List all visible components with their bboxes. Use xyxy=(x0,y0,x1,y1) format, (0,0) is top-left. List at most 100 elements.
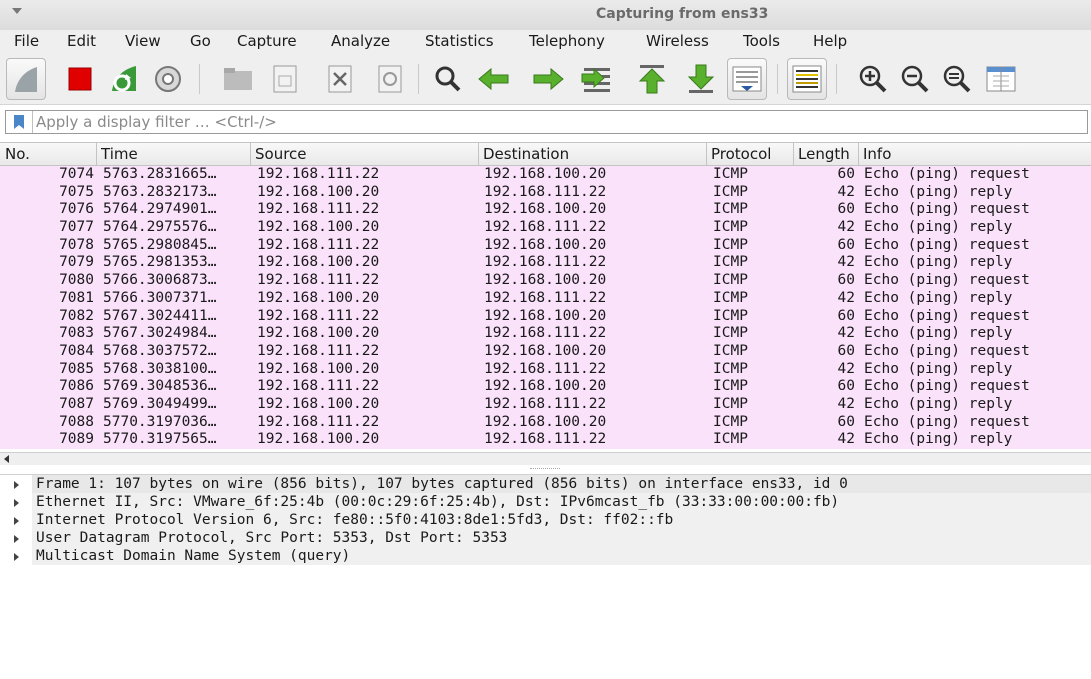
display-filter-input[interactable] xyxy=(36,112,1076,132)
colorize-icon xyxy=(792,65,822,93)
packet-row[interactable]: 7088 5770.3197036… 192.168.111.22 192.168.1… xyxy=(0,413,1091,432)
column-header-time[interactable]: Time xyxy=(101,145,138,163)
detail-tree-item[interactable]: Internet Protocol Version 6, Src: fe80::… xyxy=(0,511,1091,529)
packet-list-header: No. Time Source Destination Protocol Len… xyxy=(0,142,1091,166)
packet-details-pane[interactable]: Frame 1: 107 bytes on wire (856 bits), 1… xyxy=(0,474,1091,679)
packet-protocol: ICMP xyxy=(713,201,748,218)
column-header-no[interactable]: No. xyxy=(5,145,30,163)
packet-time: 5769.3048536… xyxy=(103,378,217,395)
find-packet-button[interactable] xyxy=(428,58,468,100)
window-menu-icon[interactable] xyxy=(12,8,22,14)
packet-row[interactable]: 7085 5768.3038100… 192.168.100.20 192.168.1… xyxy=(0,360,1091,379)
column-separator[interactable] xyxy=(706,143,707,165)
pane-splitter[interactable] xyxy=(0,465,1091,473)
column-header-destination[interactable]: Destination xyxy=(483,145,569,163)
packet-row[interactable]: 7076 5764.2974901… 192.168.111.22 192.168.1… xyxy=(0,201,1091,220)
expand-arrow-icon[interactable] xyxy=(14,553,19,561)
packet-row[interactable]: 7074 5763.2831665… 192.168.111.22 192.168.1… xyxy=(0,166,1091,184)
menu-statistics[interactable]: Statistics xyxy=(425,32,494,50)
packet-row[interactable]: 7081 5766.3007371… 192.168.100.20 192.168.1… xyxy=(0,289,1091,308)
go-back-button[interactable] xyxy=(474,58,514,100)
zoom-in-button[interactable] xyxy=(853,58,893,100)
expand-arrow-icon[interactable] xyxy=(14,499,19,507)
column-separator[interactable] xyxy=(250,143,251,165)
zoom-normal-button[interactable] xyxy=(937,58,977,100)
expand-arrow-icon[interactable] xyxy=(14,517,19,525)
packet-info: Echo (ping) reply xyxy=(864,219,1013,236)
detail-tree-item[interactable]: Multicast Domain Name System (query) xyxy=(0,547,1091,565)
menu-view[interactable]: View xyxy=(125,32,161,50)
column-separator[interactable] xyxy=(96,143,97,165)
column-separator[interactable] xyxy=(478,143,479,165)
go-to-packet-button[interactable] xyxy=(577,58,617,100)
packet-row[interactable]: 7083 5767.3024984… 192.168.100.20 192.168.1… xyxy=(0,325,1091,343)
start-capture-icon xyxy=(15,67,37,92)
packet-list[interactable]: No. Time Source Destination Protocol Len… xyxy=(0,142,1091,452)
column-header-source[interactable]: Source xyxy=(255,145,307,163)
packet-row[interactable]: 7075 5763.2832173… 192.168.100.20 192.168.1… xyxy=(0,183,1091,202)
packet-no: 7079 xyxy=(59,254,94,271)
packet-row[interactable]: 7077 5764.2975576… 192.168.100.20 192.168.1… xyxy=(0,219,1091,237)
detail-tree-item[interactable]: Frame 1: 107 bytes on wire (856 bits), 1… xyxy=(0,475,1091,493)
packet-row[interactable]: 7078 5765.2980845… 192.168.111.22 192.168.1… xyxy=(0,236,1091,255)
save-file-button[interactable] xyxy=(265,58,305,100)
open-file-button[interactable] xyxy=(218,58,258,100)
toolbar-separator xyxy=(836,64,837,94)
start-capture-button[interactable] xyxy=(6,58,46,100)
stop-capture-button[interactable] xyxy=(60,58,100,100)
menu-telephony[interactable]: Telephony xyxy=(529,32,605,50)
packet-row[interactable]: 7079 5765.2981353… 192.168.100.20 192.168.1… xyxy=(0,254,1091,273)
packet-row[interactable]: 7082 5767.3024411… 192.168.111.22 192.168.1… xyxy=(0,307,1091,326)
resize-columns-button[interactable] xyxy=(981,58,1021,100)
column-header-info[interactable]: Info xyxy=(863,145,891,163)
column-separator[interactable] xyxy=(793,143,794,165)
packet-time: 5766.3007371… xyxy=(103,289,217,306)
reload-file-button[interactable] xyxy=(370,58,410,100)
packet-row[interactable]: 7086 5769.3048536… 192.168.111.22 192.168.1… xyxy=(0,378,1091,396)
packet-time: 5765.2981353… xyxy=(103,254,217,271)
packet-protocol: ICMP xyxy=(713,360,748,377)
autoscroll-button[interactable] xyxy=(727,58,767,100)
menu-analyze[interactable]: Analyze xyxy=(331,32,390,50)
packet-row[interactable]: 7089 5770.3197565… 192.168.100.20 192.168.1… xyxy=(0,431,1091,449)
menu-tools[interactable]: Tools xyxy=(743,32,780,50)
column-header-length[interactable]: Length xyxy=(798,145,854,163)
menu-edit[interactable]: Edit xyxy=(67,32,96,50)
scroll-left-icon[interactable] xyxy=(4,455,9,463)
go-first-packet-button[interactable] xyxy=(632,58,672,100)
menu-wireless[interactable]: Wireless xyxy=(646,32,709,50)
packet-source: 192.168.100.20 xyxy=(257,431,380,448)
close-file-icon xyxy=(328,65,352,93)
column-header-protocol[interactable]: Protocol xyxy=(711,145,771,163)
zoom-out-button[interactable] xyxy=(895,58,935,100)
restart-capture-button[interactable] xyxy=(104,58,144,100)
capture-options-button[interactable] xyxy=(148,58,188,100)
detail-tree-item[interactable]: Ethernet II, Src: VMware_6f:25:4b (00:0c… xyxy=(0,493,1091,511)
menu-go[interactable]: Go xyxy=(190,32,211,50)
packet-row[interactable]: 7080 5766.3006873… 192.168.111.22 192.168.1… xyxy=(0,272,1091,290)
close-file-button[interactable] xyxy=(320,58,360,100)
packet-destination: 192.168.111.22 xyxy=(484,183,607,200)
expand-arrow-icon[interactable] xyxy=(14,481,19,489)
colorize-button[interactable] xyxy=(787,58,827,100)
packet-info: Echo (ping) request xyxy=(864,201,1030,218)
menu-file[interactable]: File xyxy=(14,32,39,50)
menu-help[interactable]: Help xyxy=(813,32,847,50)
go-last-packet-button[interactable] xyxy=(681,58,721,100)
detail-tree-item[interactable]: User Datagram Protocol, Src Port: 5353, … xyxy=(0,529,1091,547)
packet-no: 7074 xyxy=(59,166,94,182)
splitter-grip[interactable] xyxy=(530,468,560,470)
packet-row[interactable]: 7087 5769.3049499… 192.168.100.20 192.168.1… xyxy=(0,395,1091,414)
expand-arrow-icon[interactable] xyxy=(14,535,19,543)
go-back-icon xyxy=(478,67,509,91)
go-forward-button[interactable] xyxy=(528,58,568,100)
column-separator[interactable] xyxy=(858,143,859,165)
menu-capture[interactable]: Capture xyxy=(237,32,297,50)
packet-time: 5763.2831665… xyxy=(103,166,217,182)
packet-list-hscrollbar[interactable] xyxy=(0,452,1091,465)
filter-bookmark-button[interactable] xyxy=(6,111,33,133)
packet-length: 42 xyxy=(837,431,855,448)
packet-row[interactable]: 7084 5768.3037572… 192.168.111.22 192.168.1… xyxy=(0,342,1091,361)
packet-info: Echo (ping) reply xyxy=(864,431,1013,448)
go-first-packet-icon xyxy=(638,65,666,94)
